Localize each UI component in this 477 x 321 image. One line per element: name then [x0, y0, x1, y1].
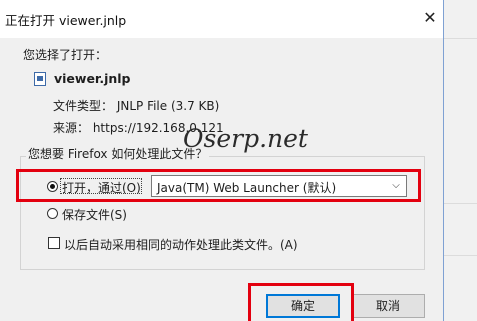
background-divider [444, 255, 477, 256]
cancel-button[interactable]: 取消 [351, 294, 425, 318]
close-icon[interactable]: ✕ [418, 6, 442, 30]
file-icon [34, 72, 46, 86]
background-divider [444, 203, 477, 204]
save-file-radio[interactable] [47, 208, 58, 219]
background-window [444, 0, 477, 321]
highlight-open-with [16, 169, 421, 202]
remember-checkbox[interactable] [48, 237, 60, 249]
dialog-title: 正在打开 viewer.jnlp [5, 13, 127, 28]
save-file-label[interactable]: 保存文件(S) [62, 206, 127, 223]
file-type-text: 文件类型： JNLP File (3.7 KB) [53, 99, 220, 113]
watermark: Oserp.net [183, 124, 308, 153]
action-question: 您想要 Firefox 如何处理此文件？ [26, 145, 210, 162]
highlight-ok-button [248, 283, 354, 321]
background-divider [444, 38, 477, 39]
file-name: viewer.jnlp [54, 71, 131, 86]
open-file-dialog: 正在打开 viewer.jnlp ✕ 您选择了打开： viewer.jnlp 文… [0, 0, 444, 321]
title-bar: 正在打开 viewer.jnlp ✕ [0, 0, 443, 38]
remember-label[interactable]: 以后自动采用相同的动作处理此类文件。(A) [64, 236, 298, 253]
chose-to-open-label: 您选择了打开： [23, 48, 108, 62]
